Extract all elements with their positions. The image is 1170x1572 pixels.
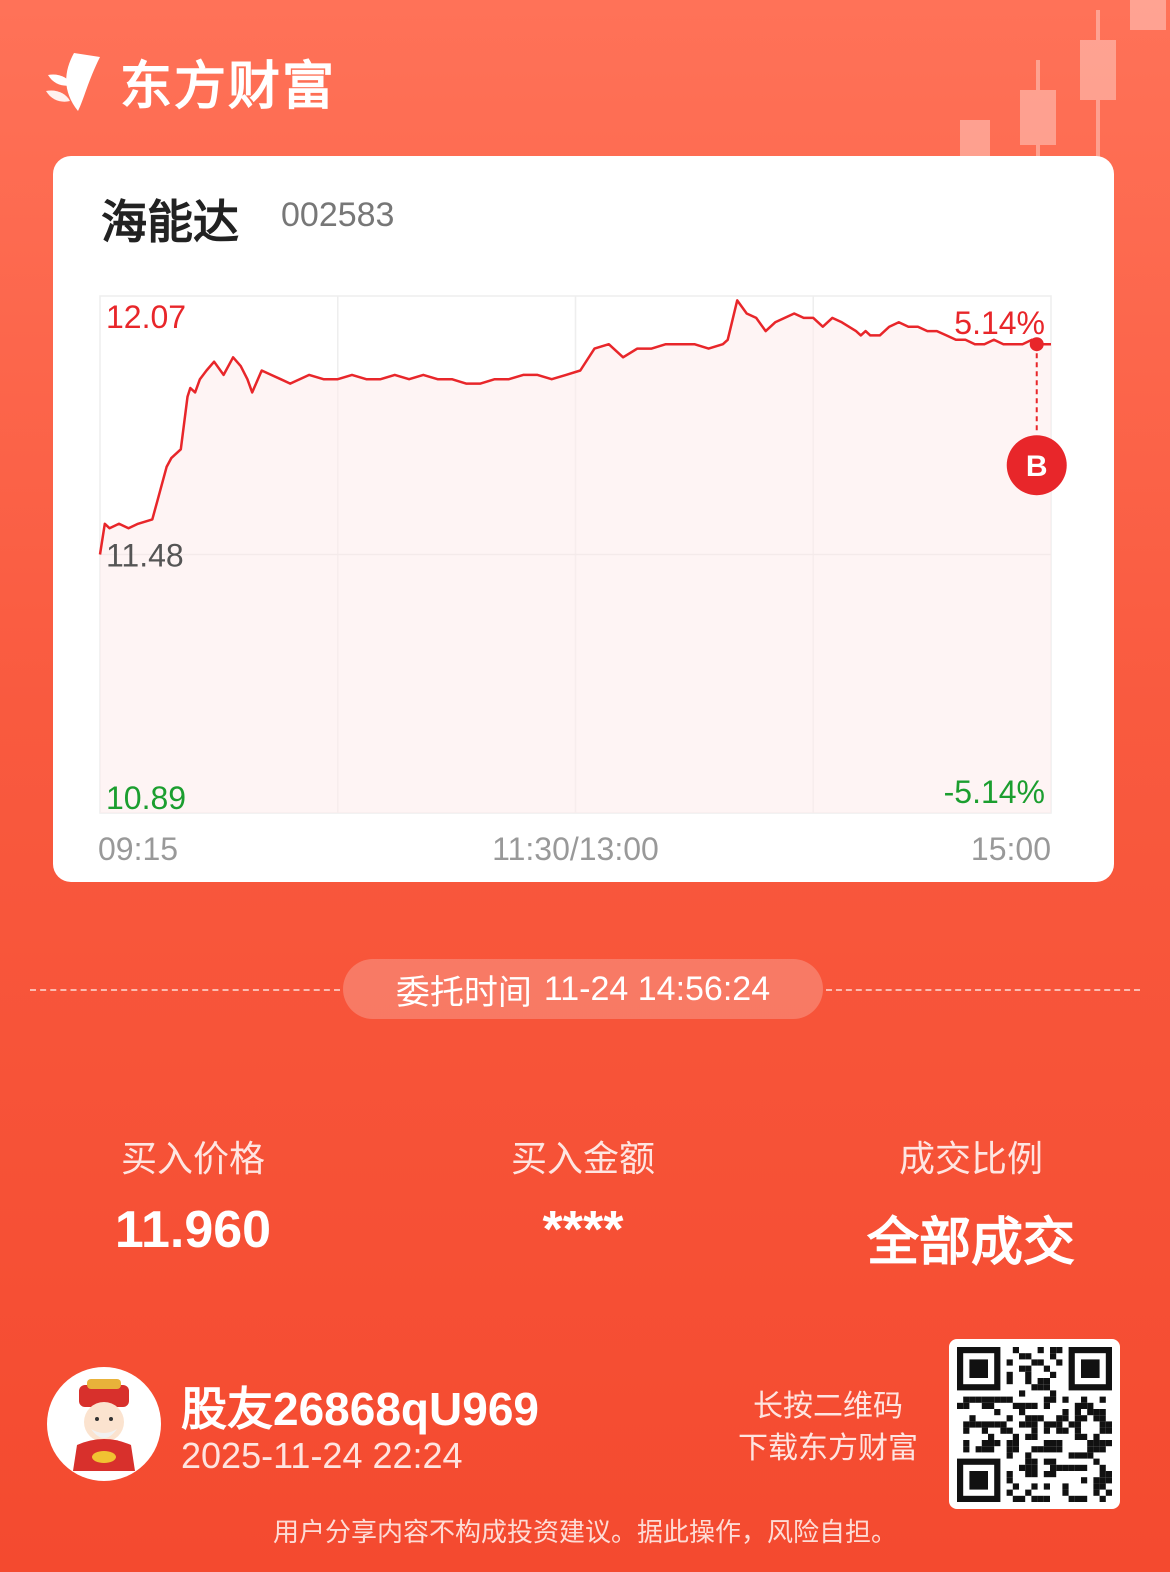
qr-code[interactable]	[949, 1339, 1120, 1509]
y-label-top: 12.07	[106, 299, 186, 335]
stat-fill-ratio: 成交比例 全部成交	[821, 1130, 1121, 1275]
qr-hint: 长按二维码 下载东方财富	[728, 1386, 928, 1470]
qr-hint-line1: 长按二维码	[753, 1390, 903, 1423]
intraday-price-chart: 12.07 11.48 10.89 5.14% -5.14% 09:15 11:30/13:…	[98, 295, 1067, 867]
pct-label-top: 5.14%	[954, 305, 1045, 341]
god-of-wealth-avatar-icon	[73, 1379, 135, 1471]
avatar[interactable]	[47, 1367, 161, 1481]
stat-value: ****	[542, 1201, 624, 1259]
stat-label: 买入价格	[120, 1138, 265, 1179]
buy-marker-point	[1029, 337, 1044, 352]
pct-label-bottom: -5.14%	[944, 774, 1045, 810]
qr-code-icon	[957, 1347, 1112, 1502]
stat-buy-amount: 买入金额 ****	[433, 1130, 733, 1260]
divider-right	[826, 989, 1140, 991]
stock-chart-card: 海能达 002583 12.07 11.48 10.89 5.14% -5.14% 09:…	[53, 156, 1114, 882]
stat-value: 全部成交	[866, 1214, 1075, 1272]
stat-value: 11.960	[114, 1201, 272, 1259]
brand-logo: 东方财富	[44, 44, 336, 119]
order-time-value: 11-24 14:56:24	[543, 969, 771, 1008]
y-label-bottom: 10.89	[106, 780, 186, 816]
stat-buy-price: 买入价格 11.960	[43, 1130, 343, 1260]
disclaimer: 用户分享内容不构成投资建议。据此操作，风险自担。	[272, 1517, 897, 1547]
x-tick-label: 11:30/13:00	[492, 831, 659, 867]
y-label-mid: 11.48	[106, 538, 184, 574]
x-tick-label: 15:00	[971, 831, 1051, 867]
order-time-pill: 委托时间 11-24 14:56:24	[343, 959, 823, 1019]
order-time-label: 委托时间	[395, 973, 532, 1012]
share-datetime: 2025-11-24 22:24	[181, 1435, 463, 1476]
eastmoney-logo-icon	[46, 52, 100, 111]
buy-marker-label: B	[1026, 450, 1048, 483]
stat-label: 成交比例	[898, 1138, 1043, 1179]
stat-label: 买入金额	[510, 1138, 655, 1179]
username: 股友26868qU969	[181, 1383, 539, 1435]
price-area-fill	[100, 300, 1051, 813]
divider-left	[30, 989, 340, 991]
x-tick-label: 09:15	[98, 831, 178, 867]
qr-hint-line2: 下载东方财富	[738, 1432, 918, 1465]
brand-name: 东方财富	[120, 58, 337, 116]
